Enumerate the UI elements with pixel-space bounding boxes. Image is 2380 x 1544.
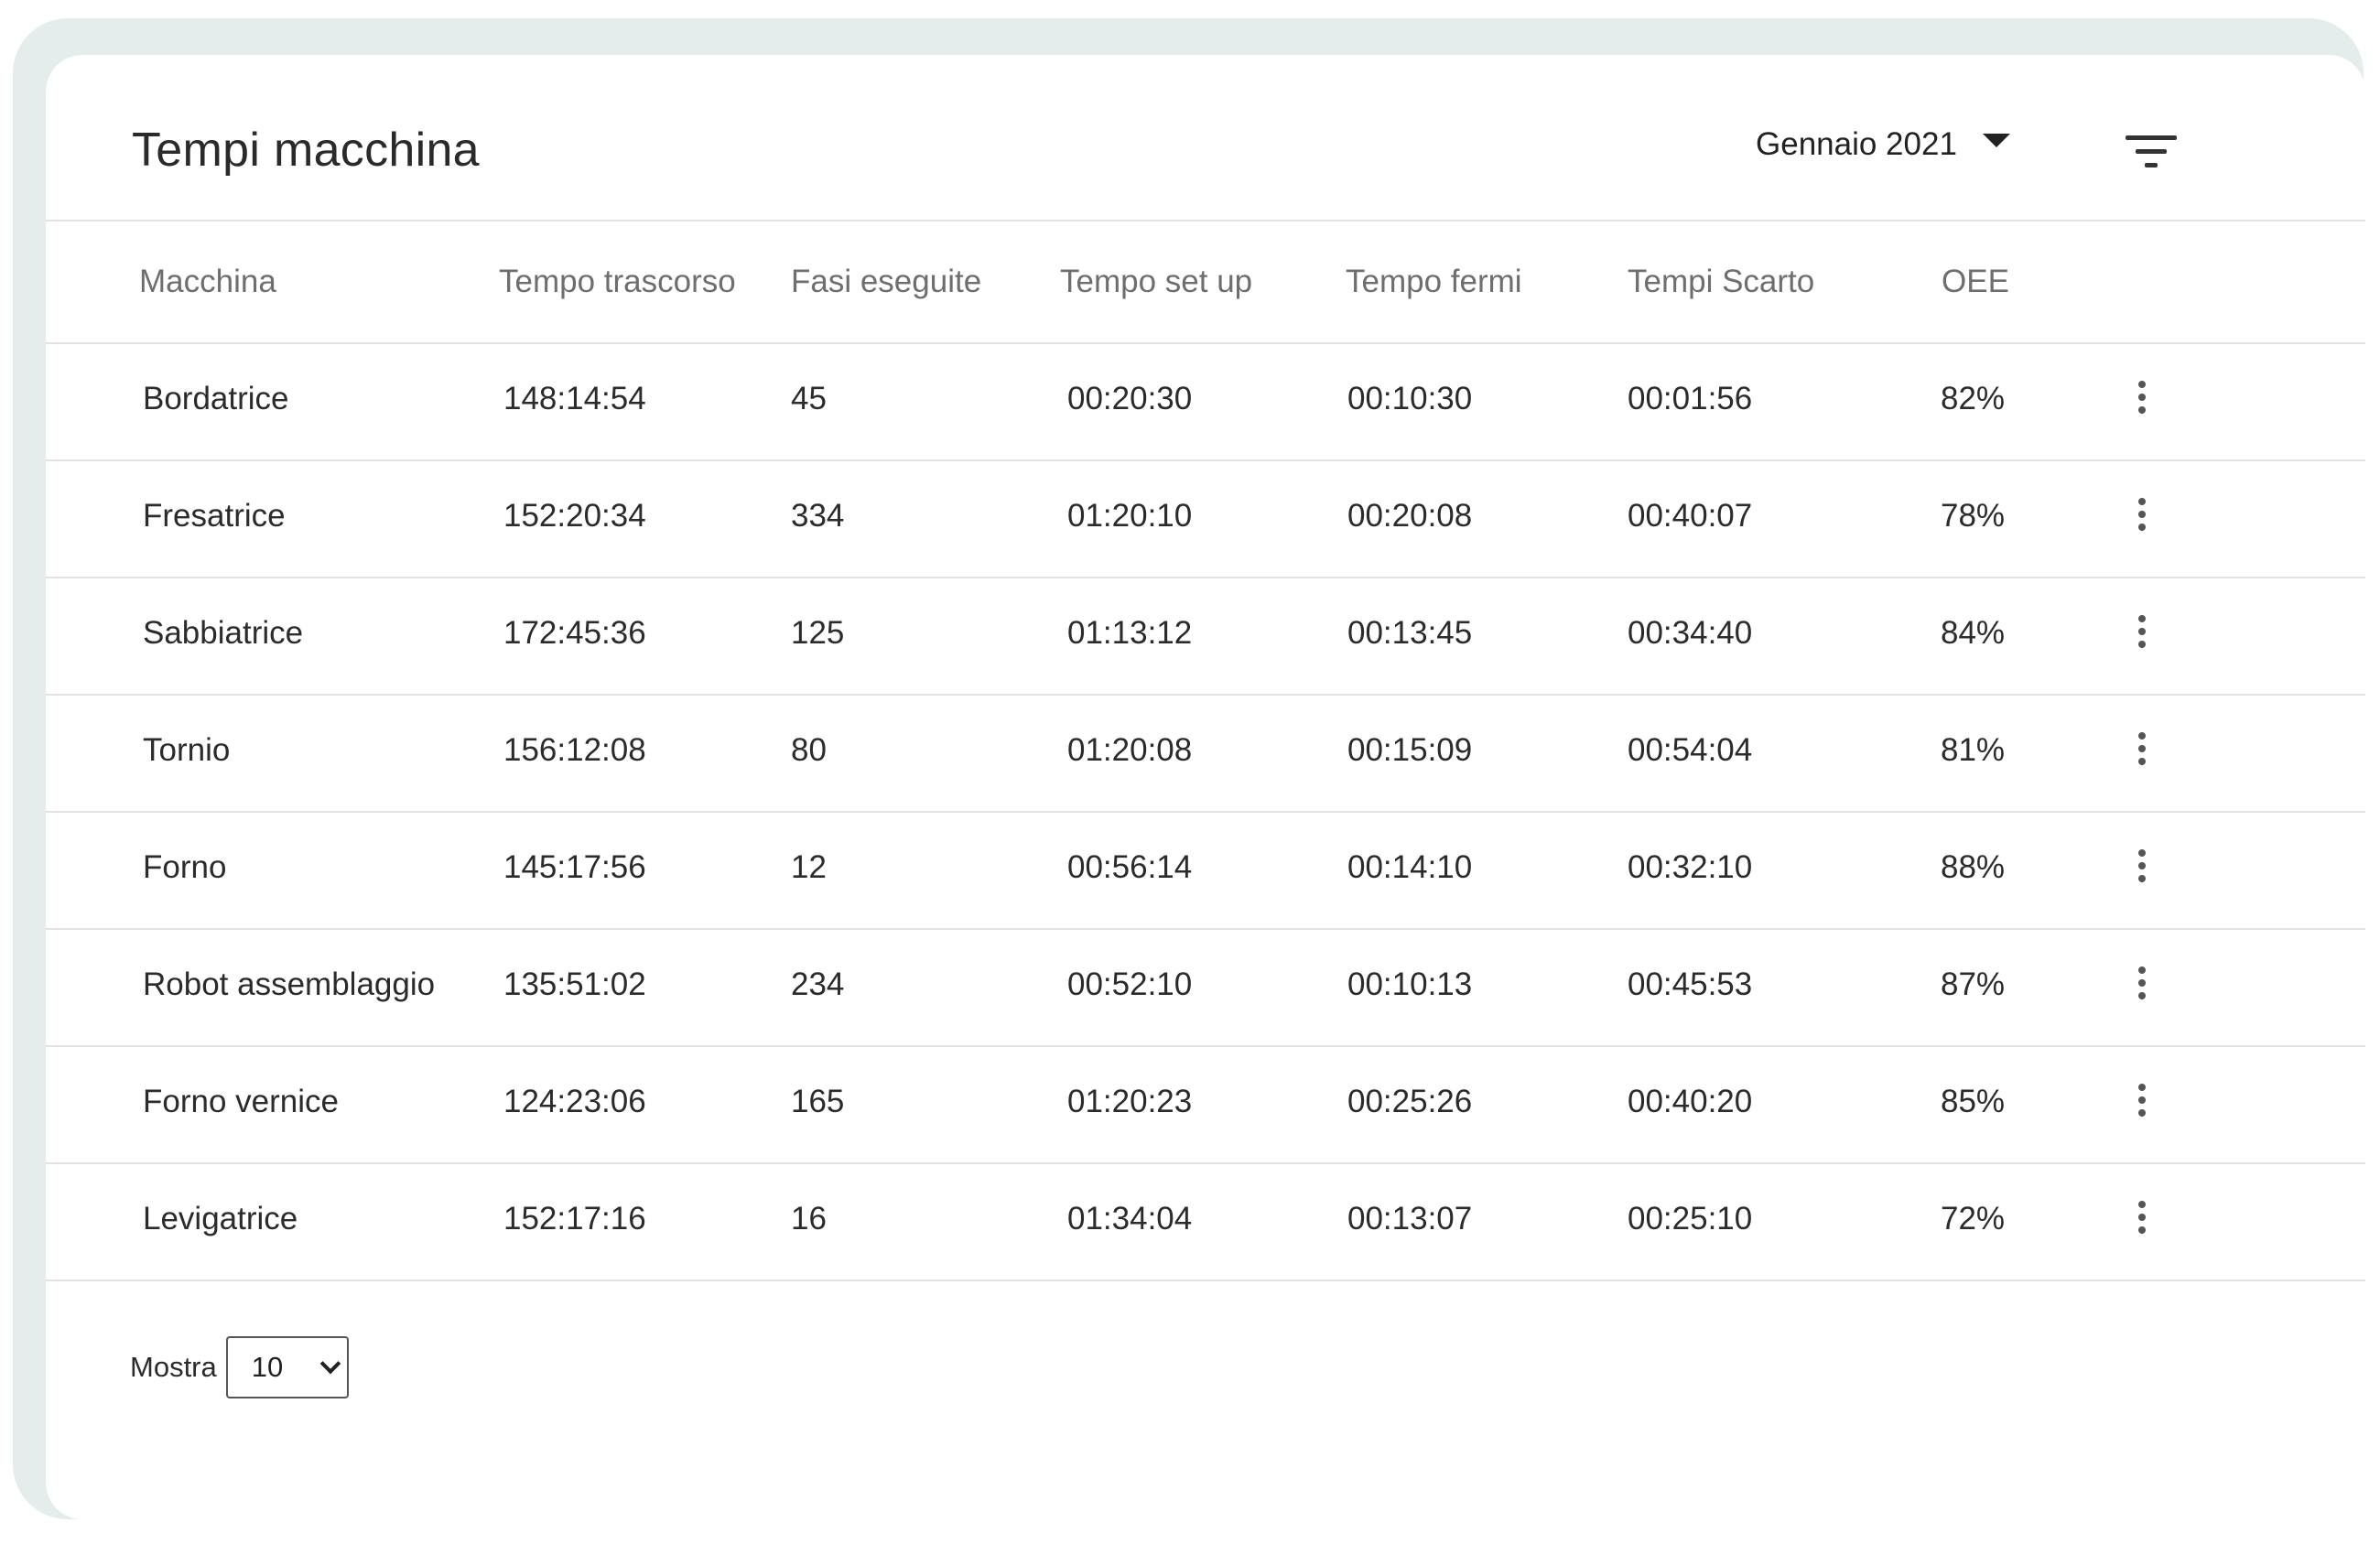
cell-oee: 78% bbox=[1941, 498, 2006, 534]
cell-executed-phases: 16 bbox=[791, 1201, 827, 1236]
cell-downtime: 00:13:07 bbox=[1347, 1201, 1473, 1236]
table-row: Bordatrice 148:14:54 45 00:20:30 00:10:30 00:… bbox=[46, 344, 2365, 461]
cell-scrap-time: 00:54:04 bbox=[1628, 732, 1753, 768]
cell-machine: Tornio bbox=[143, 732, 231, 768]
more-vertical-icon[interactable] bbox=[2124, 963, 2160, 1009]
cell-elapsed-time: 145:17:56 bbox=[503, 849, 646, 885]
cell-machine: Forno vernice bbox=[143, 1084, 339, 1119]
card-header: Tempi macchina Gennaio 2021 bbox=[46, 55, 2365, 221]
table-header: Macchina Tempo trascorso Fasi eseguite T… bbox=[46, 221, 2365, 344]
cell-elapsed-time: 135:51:02 bbox=[503, 966, 646, 1002]
caret-down-icon bbox=[1982, 133, 2010, 147]
cell-oee: 85% bbox=[1941, 1084, 2006, 1119]
cell-oee: 81% bbox=[1941, 732, 2006, 768]
cell-oee: 72% bbox=[1941, 1201, 2006, 1236]
cell-oee: 87% bbox=[1941, 966, 2006, 1002]
cell-scrap-time: 00:25:10 bbox=[1628, 1201, 1753, 1236]
cell-scrap-time: 00:32:10 bbox=[1628, 849, 1753, 885]
cell-elapsed-time: 124:23:06 bbox=[503, 1084, 646, 1119]
cell-elapsed-time: 172:45:36 bbox=[503, 615, 646, 651]
cell-elapsed-time: 148:14:54 bbox=[503, 381, 646, 416]
chevron-down-icon bbox=[319, 1353, 341, 1375]
column-header-elapsed-time: Tempo trascorso bbox=[499, 264, 736, 299]
column-header-downtime: Tempo fermi bbox=[1346, 264, 1522, 299]
more-vertical-icon[interactable] bbox=[2124, 494, 2160, 540]
table-row: Robot assemblaggio 135:51:02 234 00:52:10 00… bbox=[46, 930, 2365, 1047]
month-selector[interactable]: Gennaio 2021 bbox=[1756, 126, 2010, 163]
cell-downtime: 00:10:30 bbox=[1347, 381, 1473, 416]
cell-machine: Forno bbox=[143, 849, 227, 885]
cell-scrap-time: 00:34:40 bbox=[1628, 615, 1753, 651]
cell-machine: Levigatrice bbox=[143, 1201, 298, 1236]
cell-oee: 88% bbox=[1941, 849, 2006, 885]
table-row: Fresatrice 152:20:34 334 01:20:10 00:20:08 00… bbox=[46, 461, 2365, 578]
page-size-value: 10 bbox=[251, 1351, 284, 1383]
cell-downtime: 00:13:45 bbox=[1347, 615, 1473, 651]
table-row: Sabbiatrice 172:45:36 125 01:13:12 00:13:45 0… bbox=[46, 578, 2365, 696]
more-vertical-icon[interactable] bbox=[2124, 846, 2160, 891]
cell-scrap-time: 00:45:53 bbox=[1628, 966, 1753, 1002]
cell-machine: Bordatrice bbox=[143, 381, 289, 416]
cell-elapsed-time: 152:20:34 bbox=[503, 498, 646, 534]
cell-executed-phases: 80 bbox=[791, 732, 827, 768]
cell-oee: 82% bbox=[1941, 381, 2006, 416]
cell-setup-time: 01:34:04 bbox=[1067, 1201, 1193, 1236]
cell-scrap-time: 00:40:20 bbox=[1628, 1084, 1753, 1119]
cell-oee: 84% bbox=[1941, 615, 2006, 651]
machine-times-table: Macchina Tempo trascorso Fasi eseguite T… bbox=[46, 221, 2365, 1281]
cell-executed-phases: 125 bbox=[791, 615, 845, 651]
cell-setup-time: 00:52:10 bbox=[1067, 966, 1193, 1002]
more-vertical-icon[interactable] bbox=[2124, 1080, 2160, 1126]
cell-executed-phases: 334 bbox=[791, 498, 845, 534]
column-header-scrap-time: Tempi Scarto bbox=[1628, 264, 1815, 299]
cell-downtime: 00:14:10 bbox=[1347, 849, 1473, 885]
cell-scrap-time: 00:40:07 bbox=[1628, 498, 1753, 534]
table-row: Levigatrice 152:17:16 16 01:34:04 00:13:07 00… bbox=[46, 1164, 2365, 1281]
cell-downtime: 00:20:08 bbox=[1347, 498, 1473, 534]
cell-executed-phases: 234 bbox=[791, 966, 845, 1002]
page-size-label: Mostra bbox=[130, 1351, 217, 1383]
cell-setup-time: 01:20:10 bbox=[1067, 498, 1193, 534]
column-header-setup-time: Tempo set up bbox=[1060, 264, 1253, 299]
cell-machine: Robot assemblaggio bbox=[143, 966, 436, 1002]
cell-executed-phases: 12 bbox=[791, 849, 827, 885]
table-row: Forno vernice 124:23:06 165 01:20:23 00:25:2… bbox=[46, 1047, 2365, 1164]
table-body: Bordatrice 148:14:54 45 00:20:30 00:10:30 00:… bbox=[46, 344, 2365, 1281]
page-size-select[interactable]: 10 bbox=[225, 1336, 349, 1398]
cell-machine: Fresatrice bbox=[143, 498, 286, 534]
more-vertical-icon[interactable] bbox=[2124, 611, 2160, 657]
cell-downtime: 00:25:26 bbox=[1347, 1084, 1473, 1119]
more-vertical-icon[interactable] bbox=[2124, 1197, 2160, 1243]
table-row: Tornio 156:12:08 80 01:20:08 00:15:09 00:54:0… bbox=[46, 696, 2365, 813]
more-vertical-icon[interactable] bbox=[2124, 729, 2160, 774]
cell-downtime: 00:10:13 bbox=[1347, 966, 1473, 1002]
cell-elapsed-time: 152:17:16 bbox=[503, 1201, 646, 1236]
page-title: Tempi macchina bbox=[132, 124, 480, 177]
cell-setup-time: 00:20:30 bbox=[1067, 381, 1193, 416]
outer-frame: Tempi macchina Gennaio 2021 Macchina Tem… bbox=[13, 18, 2365, 1519]
column-header-oee: OEE bbox=[1942, 264, 2009, 299]
column-header-executed-phases: Fasi eseguite bbox=[791, 264, 982, 299]
cell-setup-time: 01:20:08 bbox=[1067, 732, 1193, 768]
cell-elapsed-time: 156:12:08 bbox=[503, 732, 646, 768]
cell-executed-phases: 165 bbox=[791, 1084, 845, 1119]
cell-setup-time: 00:56:14 bbox=[1067, 849, 1193, 885]
cell-executed-phases: 45 bbox=[791, 381, 827, 416]
cell-setup-time: 01:20:23 bbox=[1067, 1084, 1193, 1119]
cell-setup-time: 01:13:12 bbox=[1067, 615, 1193, 651]
cell-downtime: 00:15:09 bbox=[1347, 732, 1473, 768]
month-selector-value: Gennaio 2021 bbox=[1756, 126, 1957, 162]
column-header-machine: Macchina bbox=[139, 264, 276, 299]
machine-times-card: Tempi macchina Gennaio 2021 Macchina Tem… bbox=[46, 55, 2365, 1519]
cell-machine: Sabbiatrice bbox=[143, 615, 304, 651]
cell-scrap-time: 00:01:56 bbox=[1628, 381, 1753, 416]
more-vertical-icon[interactable] bbox=[2124, 377, 2160, 423]
filter-icon[interactable] bbox=[2126, 135, 2180, 181]
pagination-footer: Mostra 10 bbox=[130, 1336, 349, 1398]
table-row: Forno 145:17:56 12 00:56:14 00:14:10 00:32:10… bbox=[46, 813, 2365, 930]
